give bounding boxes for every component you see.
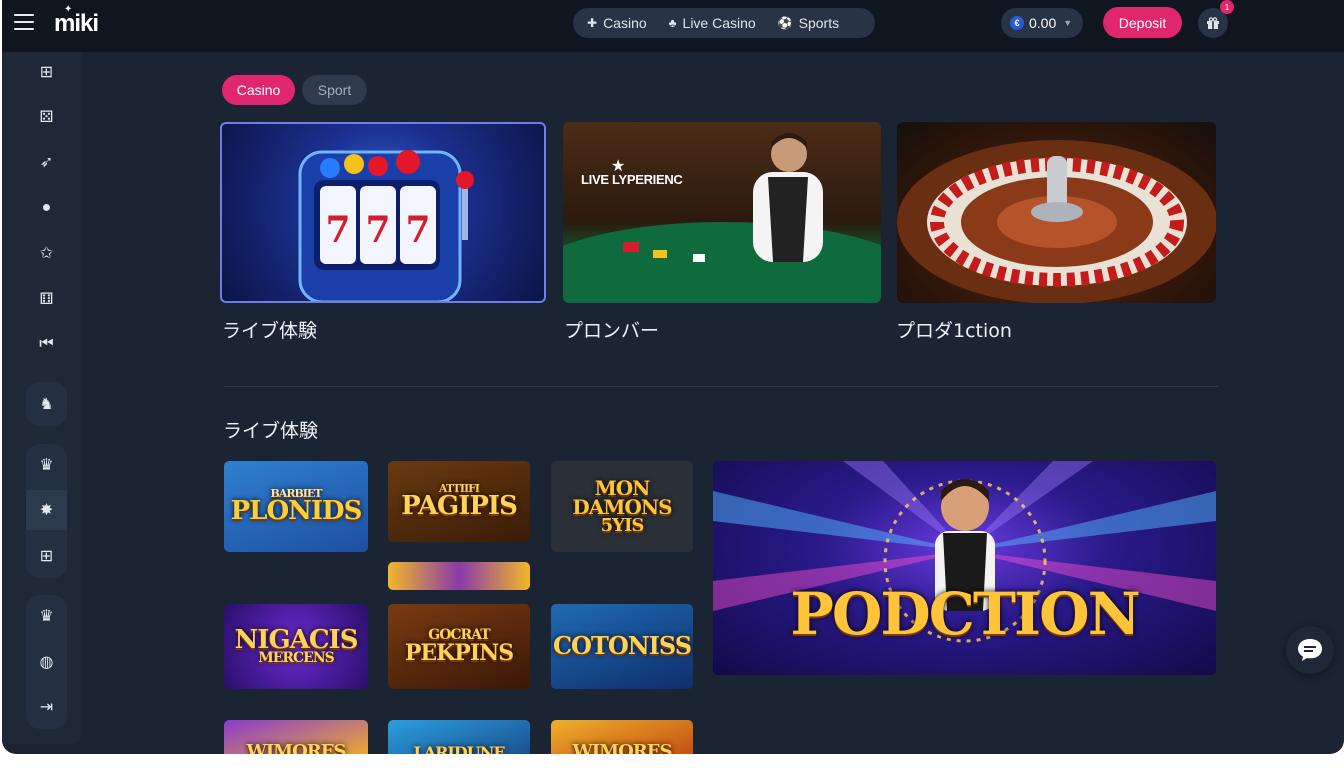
dice-icon: ⚅: [39, 291, 54, 308]
live-card-caption: LIVE LYPERIENC: [581, 172, 683, 187]
promo-banner-title: PODCTION: [790, 580, 1140, 648]
nav-sports-label: Sports: [798, 15, 840, 31]
sidebar-item-table[interactable]: ●: [26, 188, 67, 228]
sidebar-item-logout[interactable]: ⇥: [26, 687, 67, 727]
sidebar-item-favorites[interactable]: ✩: [26, 233, 67, 273]
game-tile-title: PLONIDS: [230, 496, 363, 527]
sidebar-item-loyalty[interactable]: ♛: [26, 596, 67, 636]
game-tile-title: WIMORES: [246, 740, 347, 754]
exit-door-icon: ⇥: [39, 699, 54, 716]
game-tile[interactable]: GOCRAT PEKPINS: [388, 604, 530, 689]
poker-chip-icon: ●: [41, 199, 52, 216]
menu-icon[interactable]: [14, 14, 34, 30]
sidebar-item-language[interactable]: ◍: [26, 642, 67, 682]
logo[interactable]: ✦ miki: [54, 4, 99, 38]
gift-icon: [1207, 17, 1219, 29]
star-badge-icon: ✩: [39, 245, 54, 262]
featured-title-slots: ライブ体験: [222, 320, 318, 342]
sidebar-item-promotions[interactable]: ⊞: [26, 52, 67, 92]
game-tile-title: MON DAMONS: [572, 475, 672, 519]
balance-selector[interactable]: € 0.00 ▼: [1001, 8, 1083, 38]
promo-banner[interactable]: PODCTION: [713, 461, 1216, 675]
chat-bubble-icon: [1298, 639, 1322, 661]
sidebar-item-specials[interactable]: ✸: [26, 490, 67, 530]
tab-casino[interactable]: Casino: [222, 75, 295, 105]
game-tile-title: PAGIPIS: [401, 491, 518, 522]
horse-icon: ♞: [39, 396, 54, 413]
gift-box-icon: ⊞: [39, 64, 54, 81]
section-title: ライブ体験: [223, 420, 319, 442]
game-tile[interactable]: ATTIIFI PAGIPIS: [388, 461, 530, 542]
top-bar: ✦ miki ✚ Casino ♣ Live Casino ⚽ Sports €…: [2, 0, 1344, 52]
game-tile-title: LARIDUNE: [413, 742, 505, 754]
sidebar-item-gifts[interactable]: ⊞: [26, 536, 67, 576]
game-tile[interactable]: LARIDUNE: [388, 720, 530, 754]
chevron-down-icon: ▼: [1063, 18, 1073, 28]
featured-title-roulette: プロダ1ction: [896, 320, 1012, 342]
roulette-wheel-illustration: [897, 140, 1216, 303]
nav-live-casino-label: Live Casino: [682, 15, 756, 31]
featured-card-live[interactable]: ★ LIVE LYPERIENC: [563, 122, 881, 303]
logo-sparkle-icon: ✦: [64, 4, 72, 15]
game-tile[interactable]: NIGACIS MERCENS: [224, 604, 368, 689]
svg-text:7: 7: [325, 209, 350, 251]
rocket-icon: ➶: [39, 154, 54, 171]
featured-card-roulette[interactable]: [897, 122, 1216, 303]
app-window: ✦ miki ✚ Casino ♣ Live Casino ⚽ Sports €…: [2, 0, 1344, 754]
deposit-button[interactable]: Deposit: [1103, 7, 1182, 38]
svg-text:7: 7: [405, 209, 430, 251]
game-tile[interactable]: MON DAMONS 5YIS: [551, 461, 693, 552]
game-tile-title: PEKPINS: [404, 639, 514, 666]
game-tile-strip[interactable]: [388, 562, 530, 590]
chat-button[interactable]: [1286, 626, 1334, 674]
game-tile[interactable]: COTONISS: [551, 604, 693, 689]
skip-back-icon: ⏮: [39, 335, 54, 352]
sidebar-item-recent[interactable]: ⏮: [26, 324, 67, 364]
game-tile-subtitle: 5YIS: [600, 514, 645, 536]
sidebar-item-slots[interactable]: ⚄: [26, 97, 67, 137]
slot-machine-icon: ⚄: [39, 109, 54, 126]
main-nav: ✚ Casino ♣ Live Casino ⚽ Sports: [573, 8, 875, 38]
sidebar-item-racing[interactable]: ♞: [26, 384, 67, 424]
globe-icon: ◍: [39, 654, 54, 671]
game-tile-title: COTONISS: [552, 631, 692, 661]
featured-title-live: プロンバー: [564, 320, 660, 342]
currency-icon: €: [1010, 16, 1024, 30]
nav-live-casino[interactable]: ♣ Live Casino: [669, 15, 756, 31]
sidebar-item-vip[interactable]: ♛: [26, 445, 67, 485]
game-tile-title: WIMORES: [572, 740, 673, 754]
game-tile[interactable]: BARBIET PLONIDS: [224, 461, 368, 552]
crown-icon: ♛: [39, 608, 54, 625]
game-tile[interactable]: WIMORES: [551, 720, 693, 754]
star-burst-icon: ✸: [39, 502, 54, 519]
soccer-ball-icon: ⚽: [777, 16, 793, 30]
live-dealer-illustration: [563, 133, 881, 303]
notification-badge: 1: [1220, 0, 1234, 14]
nav-casino-label: Casino: [603, 15, 647, 31]
tab-sport[interactable]: Sport: [302, 75, 367, 105]
game-tile-title: NIGACIS: [234, 624, 359, 655]
casino-chip-icon: ✚: [587, 16, 598, 30]
logo-text: miki: [54, 10, 99, 37]
live-cards-icon: ♣: [668, 16, 677, 30]
sidebar-item-crash[interactable]: ➶: [26, 142, 67, 182]
nav-sports[interactable]: ⚽ Sports: [778, 15, 839, 31]
sidebar-item-dice[interactable]: ⚅: [26, 279, 67, 319]
section-divider: [224, 386, 1218, 387]
svg-text:7: 7: [365, 209, 390, 251]
slot-machine-illustration: 7 7 7: [298, 150, 474, 301]
sidebar: ⊞ ⚄ ➶ ● ✩ ⚅ ⏮ ♞ ♛ ✸ ⊞ ♛ ◍ ⇥: [2, 52, 82, 744]
crown-icon: ♛: [39, 457, 54, 474]
balance-amount: 0.00: [1029, 15, 1057, 31]
nav-casino[interactable]: ✚ Casino: [587, 15, 647, 31]
present-icon: ⊞: [39, 548, 54, 565]
game-tile[interactable]: WIMORES: [224, 720, 368, 754]
featured-card-slots[interactable]: 7 7 7: [220, 122, 546, 303]
